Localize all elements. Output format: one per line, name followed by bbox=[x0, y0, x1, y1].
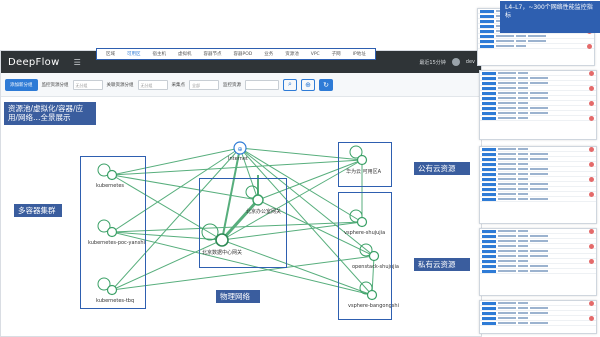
metrics-card bbox=[479, 70, 597, 140]
alert-dot-icon[interactable] bbox=[589, 161, 594, 167]
metrics-card bbox=[479, 228, 597, 296]
private-cloud-box bbox=[338, 192, 392, 320]
metrics-panel-stack bbox=[473, 0, 600, 337]
physical-box bbox=[199, 178, 287, 268]
side-title-callout: L4–L7，~300个网络性能监控指标 bbox=[500, 1, 600, 33]
callout-multi-cluster: 多容器集群 bbox=[14, 204, 62, 218]
alert-dot-icon[interactable] bbox=[589, 301, 594, 306]
internet-label: Internet bbox=[228, 156, 248, 162]
alert-dot-icon[interactable] bbox=[589, 243, 594, 249]
cluster-box bbox=[80, 156, 146, 309]
alert-dot-icon[interactable] bbox=[589, 100, 594, 106]
alert-dot-icon[interactable] bbox=[589, 176, 594, 182]
metrics-card bbox=[479, 146, 597, 224]
callout-public-cloud: 公有云资源 bbox=[414, 162, 470, 176]
alert-dot-icon[interactable] bbox=[589, 258, 594, 264]
stage: DeepFlow ☰ 最近15分钟 dev 添加新分组 监控资源分组 无分组 关… bbox=[0, 0, 600, 337]
callout-private-cloud: 私有云资源 bbox=[414, 258, 470, 272]
callout-physical: 物理网络 bbox=[216, 290, 260, 304]
alert-dot-icon[interactable] bbox=[589, 147, 594, 152]
alert-dot-icon[interactable] bbox=[589, 85, 594, 91]
svg-text:⊕: ⊕ bbox=[237, 146, 242, 153]
metrics-card bbox=[479, 300, 597, 334]
alert-dot-icon[interactable] bbox=[587, 43, 592, 49]
alert-dot-icon[interactable] bbox=[589, 191, 594, 197]
alert-dot-icon[interactable] bbox=[589, 229, 594, 234]
alert-dot-icon[interactable] bbox=[589, 315, 594, 321]
alert-dot-icon[interactable] bbox=[589, 115, 594, 121]
callout-resource: 资源池/虚拟化/容器/应用/网络…全景展示 bbox=[4, 102, 96, 125]
public-cloud-box bbox=[338, 142, 392, 187]
alert-dot-icon[interactable] bbox=[589, 71, 594, 76]
